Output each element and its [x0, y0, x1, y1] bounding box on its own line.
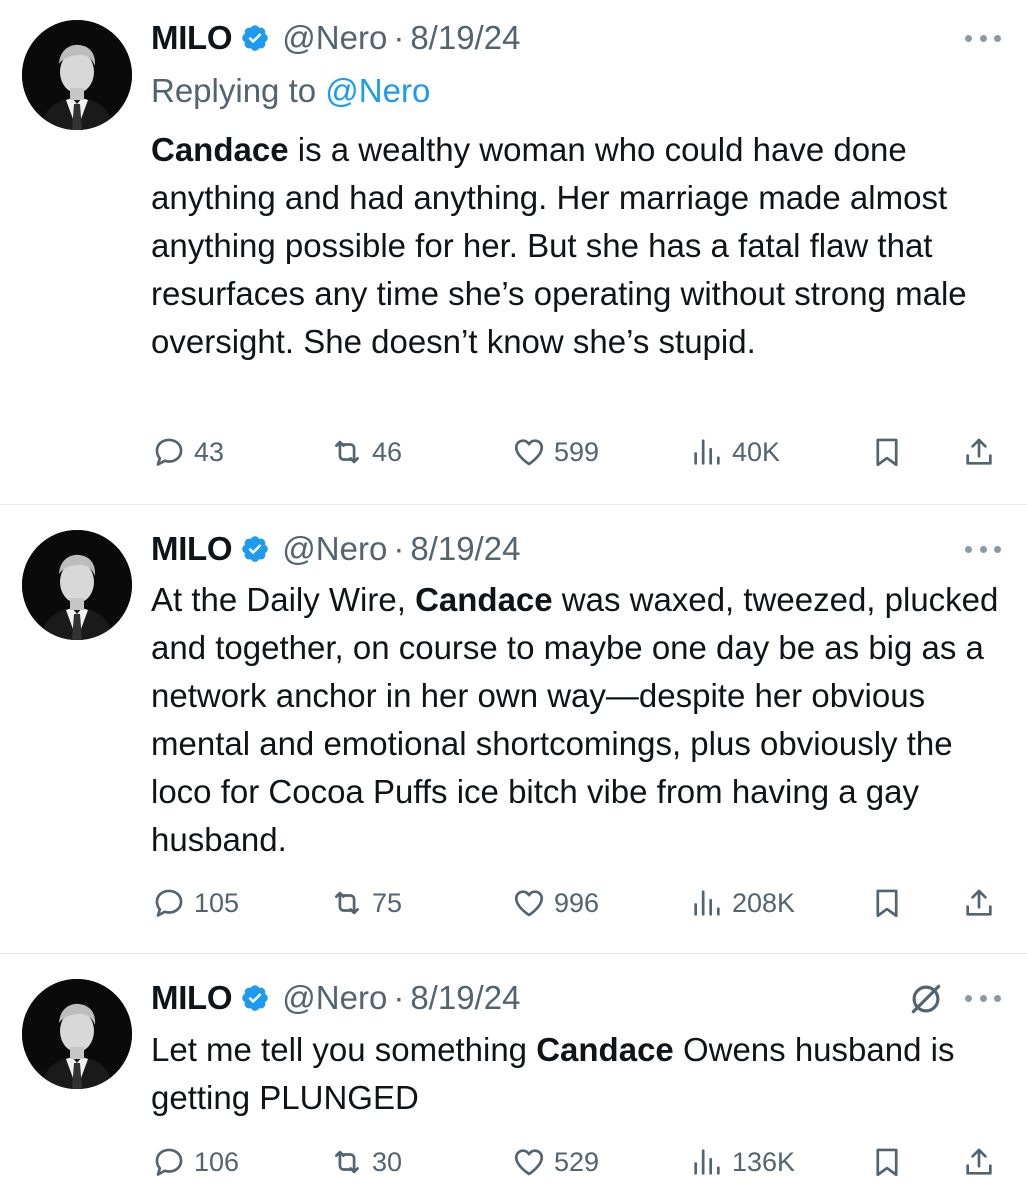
- tweet-text: At the Daily Wire, Candace was waxed, tw…: [151, 576, 1011, 864]
- avatar-photo: [22, 530, 132, 640]
- bookmark-icon: [876, 438, 898, 467]
- views-icon: [694, 439, 720, 465]
- tweet-header: MILO @Nero · 8/19/24: [151, 978, 520, 1018]
- bookmark-icon: [876, 1148, 898, 1177]
- reply-icon: [155, 1148, 183, 1176]
- views-button[interactable]: 136K: [690, 1140, 795, 1184]
- tweet-1[interactable]: MILO @Nero · 8/19/24 Replying to @Nero C…: [0, 0, 1027, 504]
- share-icon: [966, 889, 992, 916]
- action-bar: 43 46 599 40K: [0, 430, 1027, 474]
- like-count: 996: [554, 887, 600, 918]
- tweet-text-bold: Candace: [151, 131, 289, 168]
- verified-badge-icon[interactable]: [240, 983, 270, 1013]
- bookmark-button[interactable]: [870, 430, 904, 474]
- bookmark-icon: [876, 889, 898, 918]
- tweet-text-segment: Let me tell you something: [151, 1031, 537, 1068]
- reply-count: 106: [194, 1146, 240, 1177]
- tweet-text-segment: At the Daily Wire,: [151, 581, 416, 618]
- like-button[interactable]: 996: [512, 881, 599, 925]
- reply-button[interactable]: 106: [152, 1140, 239, 1184]
- repost-button[interactable]: 75: [330, 881, 402, 925]
- separator: ·: [393, 530, 405, 567]
- replying-prefix: Replying to: [151, 72, 326, 109]
- action-bar: 105 75 996 208K: [0, 881, 1027, 925]
- more-options-icon[interactable]: [965, 992, 1001, 1004]
- action-bar: 106 30 529 136K: [0, 1140, 1027, 1184]
- display-name[interactable]: MILO: [151, 979, 233, 1017]
- replying-to: Replying to @Nero: [151, 72, 430, 110]
- repost-count: 46: [372, 436, 403, 467]
- separator: ·: [393, 19, 405, 56]
- more-options-icon[interactable]: [965, 32, 1001, 44]
- views-button[interactable]: 208K: [690, 881, 795, 925]
- tweet-text-bold: Candace: [415, 581, 553, 618]
- repost-icon: [335, 891, 359, 915]
- like-count: 529: [554, 1146, 600, 1177]
- reply-count: 43: [194, 436, 225, 467]
- timestamp[interactable]: 8/19/24: [410, 530, 520, 568]
- views-icon: [694, 1149, 720, 1175]
- tweet-2[interactable]: MILO @Nero · 8/19/24 At the Daily Wire, …: [0, 505, 1027, 953]
- tweet-text: Let me tell you something Candace Owens …: [151, 1026, 1011, 1122]
- views-count: 136K: [732, 1146, 796, 1177]
- views-count: 40K: [732, 436, 781, 467]
- like-button[interactable]: 529: [512, 1140, 599, 1184]
- views-icon: [694, 890, 720, 916]
- share-icon: [966, 438, 992, 465]
- handle[interactable]: @Nero: [282, 530, 387, 568]
- repost-icon: [335, 1150, 359, 1174]
- share-icon: [966, 1148, 992, 1175]
- reply-icon: [155, 889, 183, 917]
- repost-icon: [335, 440, 359, 464]
- avatar-photo: [22, 20, 132, 130]
- repost-button[interactable]: 46: [330, 430, 402, 474]
- share-button[interactable]: [962, 1140, 996, 1184]
- muted-conversation-icon[interactable]: [907, 980, 945, 1018]
- replying-mention-link[interactable]: @Nero: [325, 72, 430, 109]
- tweet-text-segment: was waxed, tweezed, plucked and together…: [151, 581, 999, 858]
- bookmark-button[interactable]: [870, 1140, 904, 1184]
- bookmark-button[interactable]: [870, 881, 904, 925]
- avatar[interactable]: [22, 20, 132, 130]
- like-button[interactable]: 599: [512, 430, 599, 474]
- reply-count: 105: [194, 887, 240, 918]
- reply-button[interactable]: 105: [152, 881, 239, 925]
- views-button[interactable]: 40K: [690, 430, 780, 474]
- like-icon: [514, 1149, 544, 1176]
- share-button[interactable]: [962, 881, 996, 925]
- verified-badge-icon[interactable]: [240, 23, 270, 53]
- tweet-text-bold: Candace: [536, 1031, 674, 1068]
- avatar[interactable]: [22, 530, 132, 640]
- more-options-icon[interactable]: [965, 543, 1001, 555]
- reply-icon: [155, 438, 183, 466]
- like-icon: [514, 439, 544, 466]
- display-name[interactable]: MILO: [151, 530, 233, 568]
- reply-button[interactable]: 43: [152, 430, 224, 474]
- tweet-header: MILO @Nero · 8/19/24: [151, 529, 520, 569]
- views-count: 208K: [732, 887, 796, 918]
- timestamp[interactable]: 8/19/24: [410, 19, 520, 57]
- repost-count: 30: [372, 1146, 403, 1177]
- repost-button[interactable]: 30: [330, 1140, 402, 1184]
- timestamp[interactable]: 8/19/24: [410, 979, 520, 1017]
- avatar[interactable]: [22, 979, 132, 1089]
- verified-badge-icon[interactable]: [240, 534, 270, 564]
- avatar-photo: [22, 979, 132, 1089]
- tweet-header: MILO @Nero · 8/19/24: [151, 18, 520, 58]
- separator: ·: [393, 979, 405, 1016]
- like-count: 599: [554, 436, 600, 467]
- handle[interactable]: @Nero: [282, 19, 387, 57]
- tweet-3[interactable]: MILO @Nero · 8/19/24 Let me tell you som…: [0, 954, 1027, 1200]
- like-icon: [514, 890, 544, 917]
- handle[interactable]: @Nero: [282, 979, 387, 1017]
- tweet-text: Candace is a wealthy woman who could hav…: [151, 126, 1011, 366]
- repost-count: 75: [372, 887, 403, 918]
- display-name[interactable]: MILO: [151, 19, 233, 57]
- share-button[interactable]: [962, 430, 996, 474]
